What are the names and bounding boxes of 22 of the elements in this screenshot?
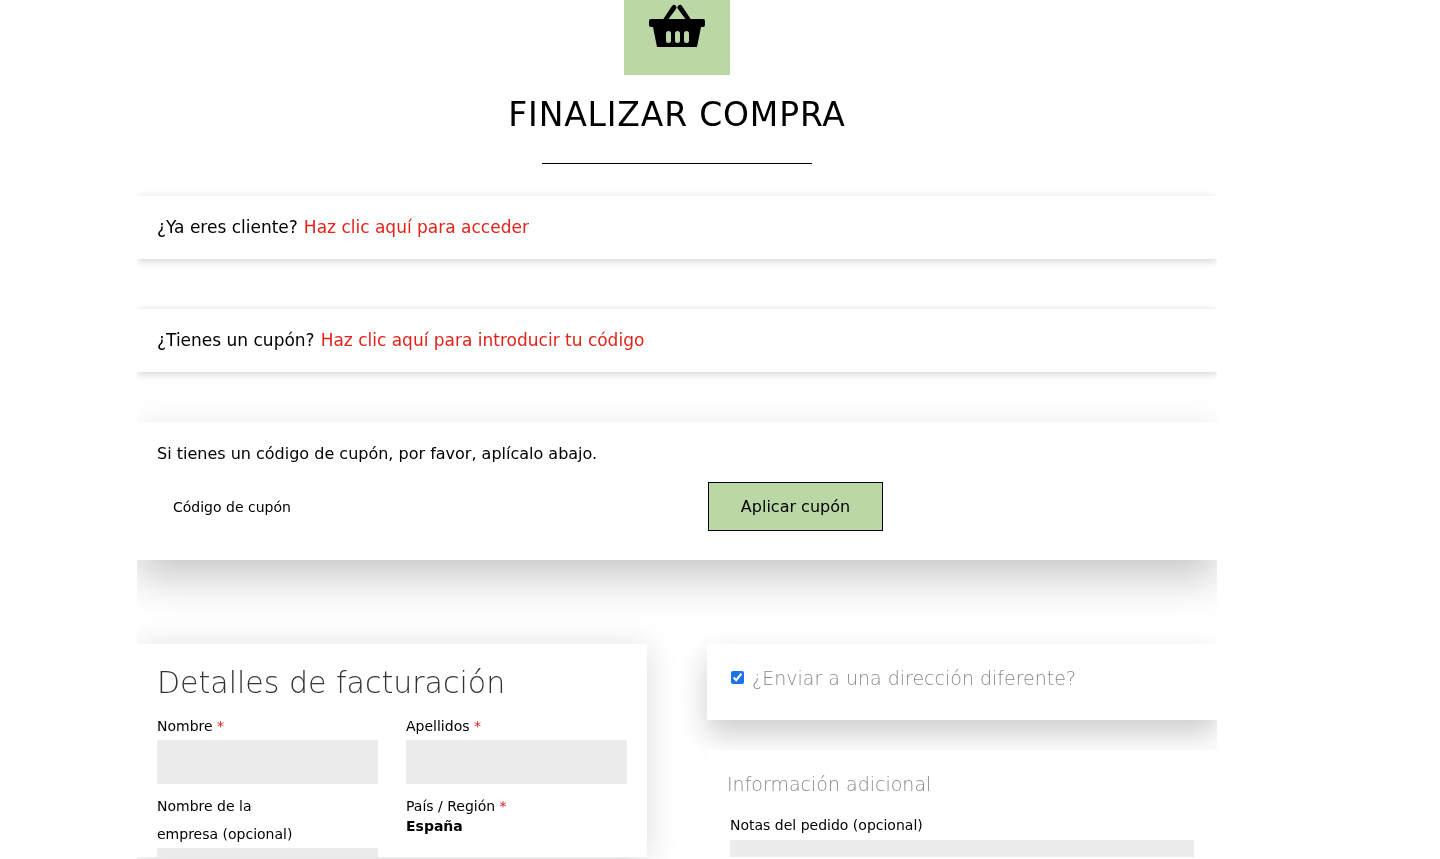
basket-icon xyxy=(648,3,706,49)
page-title: FINALIZAR COMPRA xyxy=(508,95,846,135)
field-label: Nombre * xyxy=(157,717,226,736)
notice-text: ¿Tienes un cupón? xyxy=(157,328,315,352)
field-label: Nombre de la empresa (opcional) xyxy=(157,797,294,844)
coupon-text: Si tienes un código de cupón, por favor, aplícalo abajo. xyxy=(157,443,599,465)
notice-link[interactable]: Haz clic aquí para introducir tu código xyxy=(320,327,645,354)
notes-label: Notas del pedido (opcional) xyxy=(730,815,924,835)
coupon-field[interactable]: Código de cupón xyxy=(157,482,708,531)
apply-coupon-button[interactable]: Aplicar cupón xyxy=(708,482,883,531)
country-value: España xyxy=(406,817,464,836)
notice-link[interactable]: Haz clic aquí para acceder xyxy=(303,214,529,241)
shipping-label: ¿Enviar a una dirección diferente? xyxy=(752,666,1077,691)
field-label: Apellidos * xyxy=(406,717,482,736)
required-mark: * xyxy=(473,718,481,734)
field-label: País / Región * xyxy=(406,797,508,816)
shipping-checkbox[interactable] xyxy=(731,671,744,684)
required-mark: * xyxy=(217,718,225,734)
billing-heading: Detalles de facturación xyxy=(157,664,507,702)
required-mark: * xyxy=(499,798,507,814)
notice-text: ¿Ya eres cliente? xyxy=(157,215,298,239)
additional-heading: Información adicional xyxy=(727,772,933,797)
